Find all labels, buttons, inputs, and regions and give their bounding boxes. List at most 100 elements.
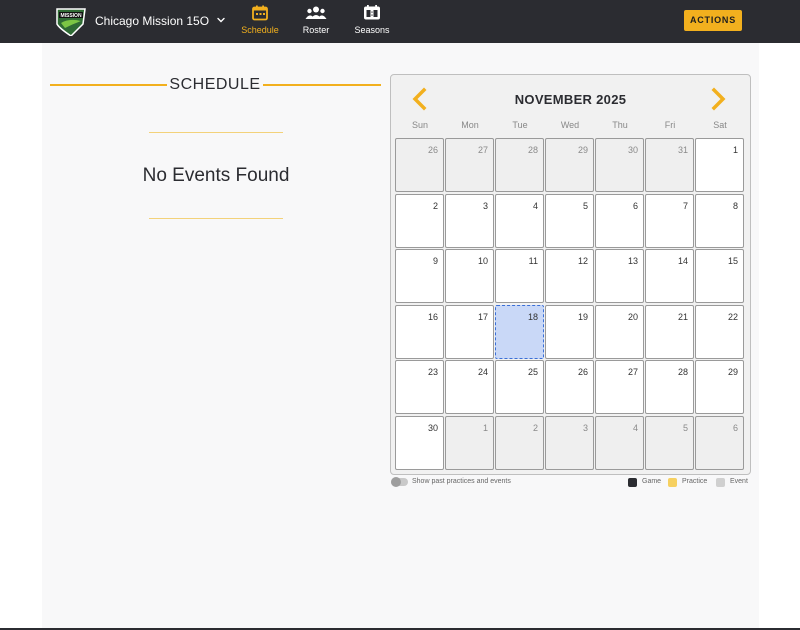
scoreboard-icon [364,5,380,20]
calendar-day[interactable]: 20 [595,304,644,359]
calendar-day[interactable]: 1 [695,138,744,192]
nav-schedule[interactable]: Schedule [232,5,288,39]
calendar-day[interactable]: 28 [645,360,694,414]
day-number: 31 [677,145,688,155]
day-number: 17 [477,311,488,322]
past-events-toggle[interactable] [391,477,408,487]
day-number: 26 [427,145,438,155]
day-number: 9 [432,256,438,266]
calendar-day[interactable]: 24 [445,360,494,414]
calendar-day[interactable]: 29 [695,360,744,414]
day-number: 13 [627,256,638,266]
legend-game-label: Game [642,478,662,485]
weekday-label: Sat [713,120,727,130]
calendar-day[interactable]: 13 [595,249,644,303]
calendar-day[interactable]: 10 [445,249,494,303]
day-number: 5 [582,200,588,211]
calendar-day[interactable]: 5 [545,193,594,248]
schedule-title: SCHEDULE [169,76,261,93]
calendar-day[interactable]: 31 [645,138,694,192]
calendar-day[interactable]: 5 [645,415,694,470]
month-title: NOVEMBER 2025 [514,92,627,107]
day-number: 2 [432,200,438,211]
calendar-day[interactable]: 27 [445,138,494,192]
day-number: 21 [677,311,688,322]
day-number: 26 [577,367,588,377]
day-number: 8 [732,200,738,211]
calendar-day[interactable]: 3 [445,193,494,248]
weekday-label: Fri [664,120,676,130]
day-number: 24 [477,367,488,377]
calendar-day[interactable]: 27 [595,360,644,414]
calendar-day[interactable]: 30 [395,415,444,470]
calendar-day[interactable]: 25 [495,360,544,414]
calendar-day[interactable]: 30 [595,138,644,192]
calendar-day[interactable]: 6 [595,193,644,248]
calendar-icon [252,5,268,21]
day-number: 6 [732,422,738,433]
calendar-grid: 26 27 28 29 30 31 1 2 3 4 5 6 7 8 9 10 11 12 13 14 15 16 17 18 1… [395,138,746,471]
calendar-day[interactable]: 1 [445,415,494,470]
calendar-day[interactable]: 16 [395,304,444,359]
day-number: 16 [427,311,438,322]
calendar-day[interactable]: 28 [495,138,544,192]
calendar-day[interactable]: 4 [495,193,544,248]
calendar-day[interactable]: 8 [695,193,744,248]
calendar-day[interactable]: 26 [545,360,594,414]
day-number: 14 [677,256,688,266]
weekday-label: Mon [461,120,479,130]
calendar-day[interactable]: 21 [645,304,694,359]
chevron-down-icon[interactable] [215,14,227,26]
calendar-day[interactable]: 11 [495,249,544,303]
weekday-label: Tue [512,120,528,130]
day-number: 28 [677,367,688,377]
actions-button[interactable]: ACTIONS [684,10,742,31]
day-number: 19 [577,311,588,322]
day-number: 5 [682,422,688,433]
team-logo-icon[interactable]: MISSION [55,6,87,36]
logo-text: MISSION [60,13,82,19]
calendar-day[interactable]: 26 [395,138,444,192]
legend-event-label: Event [730,478,748,485]
calendar-day[interactable]: 14 [645,249,694,303]
calendar-day[interactable]: 9 [395,249,444,303]
day-number: 2 [532,422,538,433]
calendar-day[interactable]: 22 [695,304,744,359]
team-name[interactable]: Chicago Mission 15O [95,14,209,28]
calendar-day[interactable]: 23 [395,360,444,414]
nav-roster[interactable]: Roster [288,5,344,39]
day-number: 30 [627,145,638,155]
calendar-day[interactable]: 3 [545,415,594,470]
calendar-day[interactable]: 15 [695,249,744,303]
chevron-right-icon[interactable] [707,87,729,111]
calendar-day[interactable]: 17 [445,304,494,359]
nav-seasons[interactable]: Seasons [344,5,400,39]
day-number: 23 [427,367,438,377]
calendar-day[interactable]: 29 [545,138,594,192]
nav-seasons-label: Seasons [354,25,390,35]
day-number: 4 [632,422,638,433]
day-number: 12 [577,256,588,266]
toggle-knob[interactable] [391,477,401,487]
calendar-day[interactable]: 4 [595,415,644,470]
day-number: 22 [727,311,738,322]
calendar-day[interactable]: 12 [545,249,594,303]
heading-rule-right [263,84,381,86]
calendar-day-today[interactable]: 18 [495,304,544,359]
people-icon [305,6,327,19]
weekday-label: Thu [612,120,628,130]
nav-schedule-label: Schedule [241,25,279,35]
divider-top [149,132,283,133]
divider-bottom [149,218,283,219]
day-number: 20 [627,311,638,322]
empty-state-message: No Events Found [142,165,290,186]
calendar-day[interactable]: 2 [495,415,544,470]
calendar-day[interactable]: 6 [695,415,744,470]
calendar-day[interactable]: 19 [545,304,594,359]
calendar-day[interactable]: 2 [395,193,444,248]
legend-practice-swatch [668,478,677,487]
day-number: 1 [732,145,738,155]
past-events-toggle-label[interactable]: Show past practices and events [412,478,511,485]
calendar-day[interactable]: 7 [645,193,694,248]
day-number: 6 [632,200,638,211]
